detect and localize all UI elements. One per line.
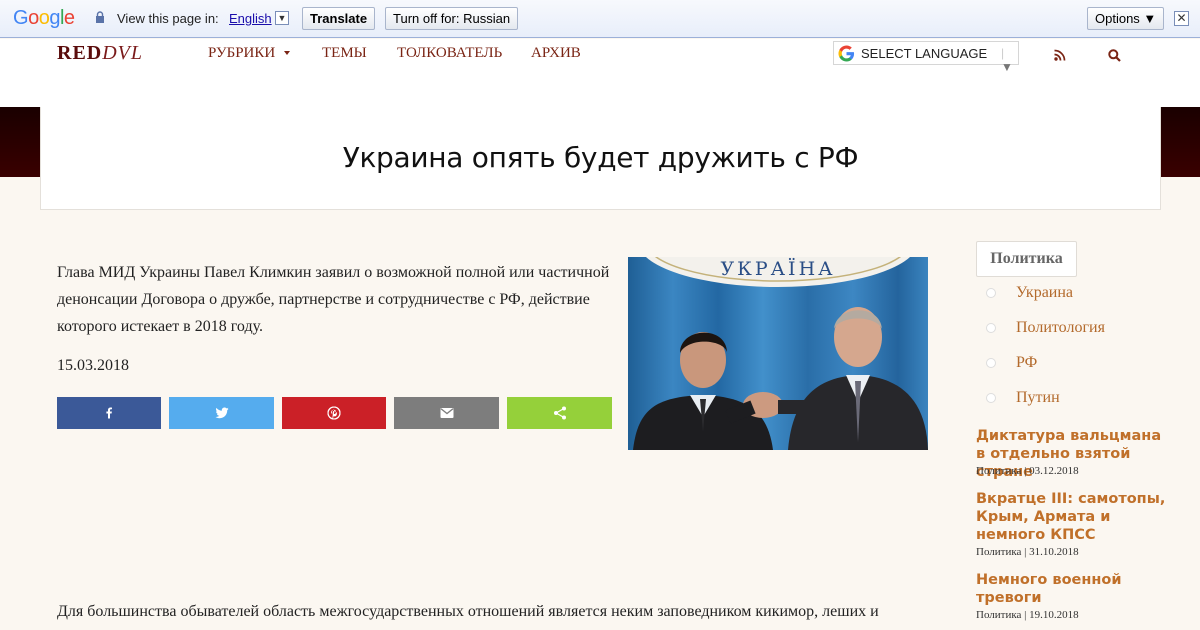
page-title: Украина опять будет дружить с РФ	[342, 141, 859, 174]
related-post-title[interactable]: Немного военной тревоги	[976, 571, 1166, 607]
pinterest-icon	[327, 406, 341, 420]
tag-label: Украина	[1016, 284, 1074, 301]
bullet-icon	[986, 323, 996, 333]
view-page-label: View this page in:	[117, 11, 219, 26]
share-twitter-button[interactable]	[169, 397, 274, 429]
tag-label: РФ	[1016, 354, 1038, 371]
photo-illustration: УКРАЇНА	[628, 257, 928, 450]
share-pinterest-button[interactable]	[282, 397, 386, 429]
share-more-button[interactable]	[507, 397, 612, 429]
google-logo: Google	[13, 7, 75, 29]
category-badge[interactable]: Политика	[976, 241, 1077, 277]
nav-rubriki[interactable]: РУБРИКИ	[208, 45, 275, 62]
envelope-icon	[440, 408, 453, 418]
google-g-icon	[838, 45, 855, 62]
select-arrow-icon: | ▼	[1001, 46, 1013, 74]
select-language-label: SELECT LANGUAGE	[861, 46, 988, 61]
bullet-icon	[986, 288, 996, 298]
language-dropdown-icon[interactable]: ▼	[275, 11, 289, 25]
translate-button[interactable]: Translate	[302, 7, 376, 30]
tag-label: Путин	[1016, 389, 1060, 406]
rss-icon[interactable]	[1054, 49, 1066, 61]
related-post-meta: Политика | 19.10.2018	[976, 609, 1079, 621]
turn-off-button[interactable]: Turn off for: Russian	[385, 7, 519, 30]
share-facebook-button[interactable]	[57, 397, 161, 429]
nav-arhiv[interactable]: АРХИВ	[531, 45, 581, 62]
bullet-icon	[986, 393, 996, 403]
logo-red: RED	[57, 42, 103, 64]
article-lead: Глава МИД Украины Павел Климкин заявил о…	[57, 264, 610, 335]
article-photo: УКРАЇНА	[628, 257, 928, 450]
facebook-icon	[106, 407, 112, 419]
related-post-title[interactable]: Вкратце III: самотопы, Крым, Армата и не…	[976, 490, 1166, 544]
language-link[interactable]: English	[229, 11, 272, 26]
title-card: Украина опять будет дружить с РФ	[40, 107, 1161, 210]
translate-bar: Google View this page in: English ▼ Tran…	[0, 0, 1200, 38]
tag-label: Политология	[1016, 319, 1105, 336]
share-icon	[553, 406, 566, 420]
options-button[interactable]: Options ▼	[1087, 7, 1165, 30]
nav-tolkovatel[interactable]: ТОЛКОВАТЕЛЬ	[397, 45, 502, 62]
article-date: 15.03.2018	[57, 357, 129, 374]
related-post-meta: Политика | 31.10.2018	[976, 546, 1079, 558]
site-logo[interactable]: REDDVL	[57, 42, 143, 65]
photo-sign-text: УКРАЇНА	[720, 257, 835, 280]
nav-temy[interactable]: ТЕМЫ	[322, 45, 367, 62]
related-post-meta: Политика | 03.12.2018	[976, 465, 1079, 477]
twitter-icon	[215, 407, 228, 419]
chevron-down-icon	[284, 51, 290, 55]
close-icon[interactable]: ✕	[1174, 11, 1189, 26]
article-body: Для большинства обывателей область межго…	[57, 603, 879, 620]
share-email-button[interactable]	[394, 397, 499, 429]
search-icon[interactable]	[1108, 49, 1121, 62]
select-language[interactable]: SELECT LANGUAGE | ▼	[833, 41, 1019, 74]
logo-dvl: DVL	[102, 42, 144, 64]
lock-icon	[96, 11, 104, 23]
site-header: REDDVL РУБРИКИ ТЕМЫ ТОЛКОВАТЕЛЬ АРХИВ SE…	[0, 39, 1200, 107]
bullet-icon	[986, 358, 996, 368]
